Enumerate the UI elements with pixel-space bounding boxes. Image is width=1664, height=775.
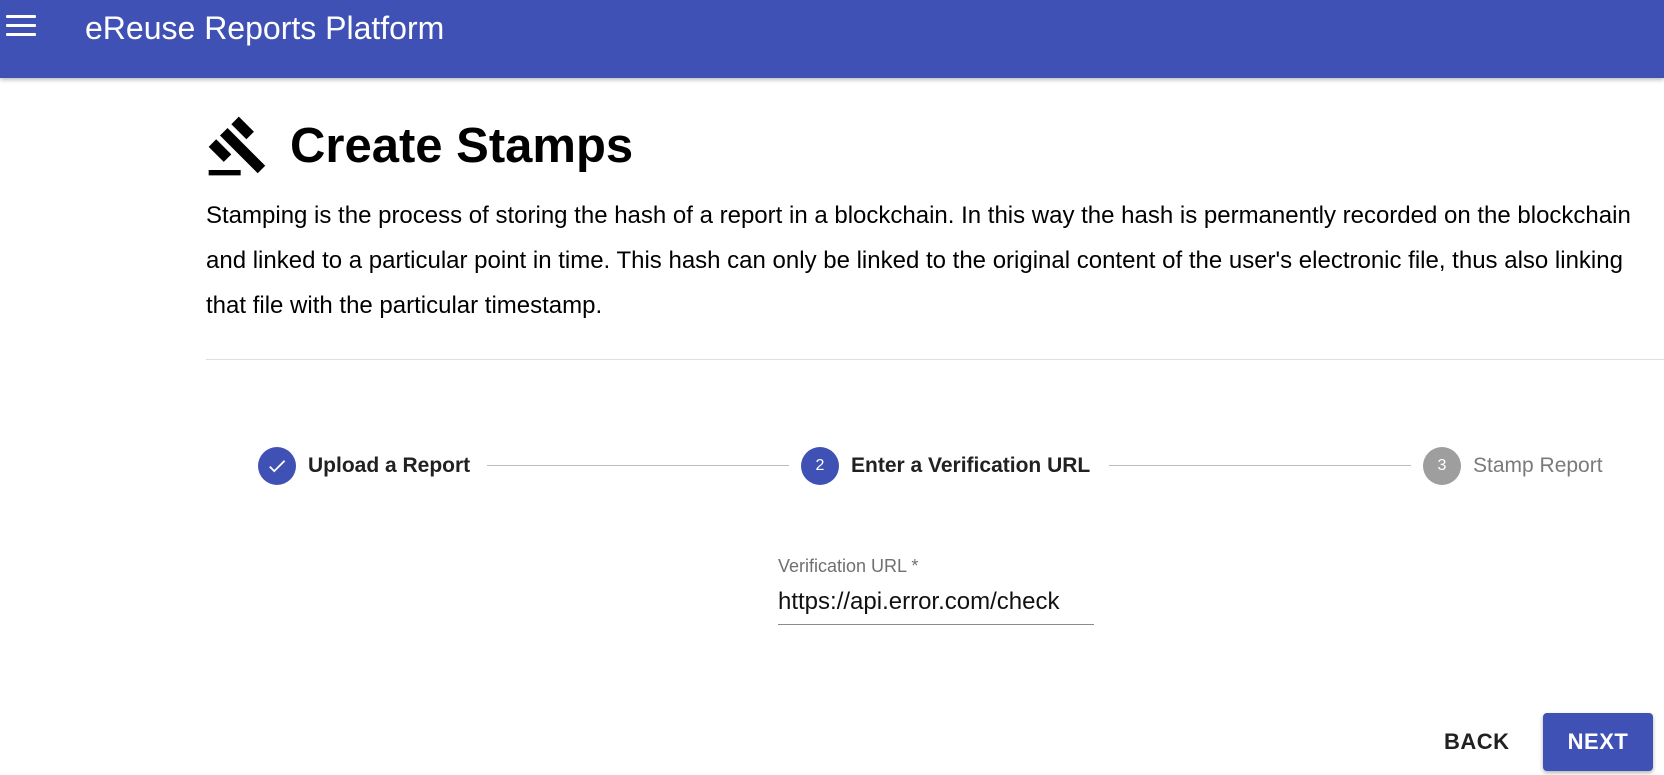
step-upload-report: Upload a Report [258,446,470,486]
verification-url-label: Verification URL * [778,556,919,576]
menu-icon[interactable] [4,12,38,42]
gavel-icon [208,116,266,176]
step-connector [487,465,789,466]
step-label: Enter a Verification URL [851,454,1091,477]
app-title: eReuse Reports Platform [85,10,445,46]
verification-url-input[interactable] [778,586,1094,625]
page-description: Stamping is the process of storing the h… [206,202,1631,319]
step-stamp-report: 3 Stamp Report [1423,446,1603,486]
stepper: Upload a Report 2 Enter a Verification U… [0,446,1664,486]
page-title: Create Stamps [290,119,634,173]
next-button[interactable]: NEXT [1543,713,1653,771]
app-bar: eReuse Reports Platform [0,0,1664,78]
check-icon [258,447,296,485]
step-label: Stamp Report [1473,454,1603,477]
step-connector [1109,465,1411,466]
page-header: Create Stamps [206,112,633,180]
back-button[interactable]: BACK [1432,713,1522,771]
step-number: 2 [801,447,839,485]
step-label: Upload a Report [308,454,471,477]
step-number: 3 [1423,447,1461,485]
step-verification-url: 2 Enter a Verification URL [801,446,1090,486]
verification-url-field: Verification URL * [778,554,1094,625]
divider [206,359,1664,360]
